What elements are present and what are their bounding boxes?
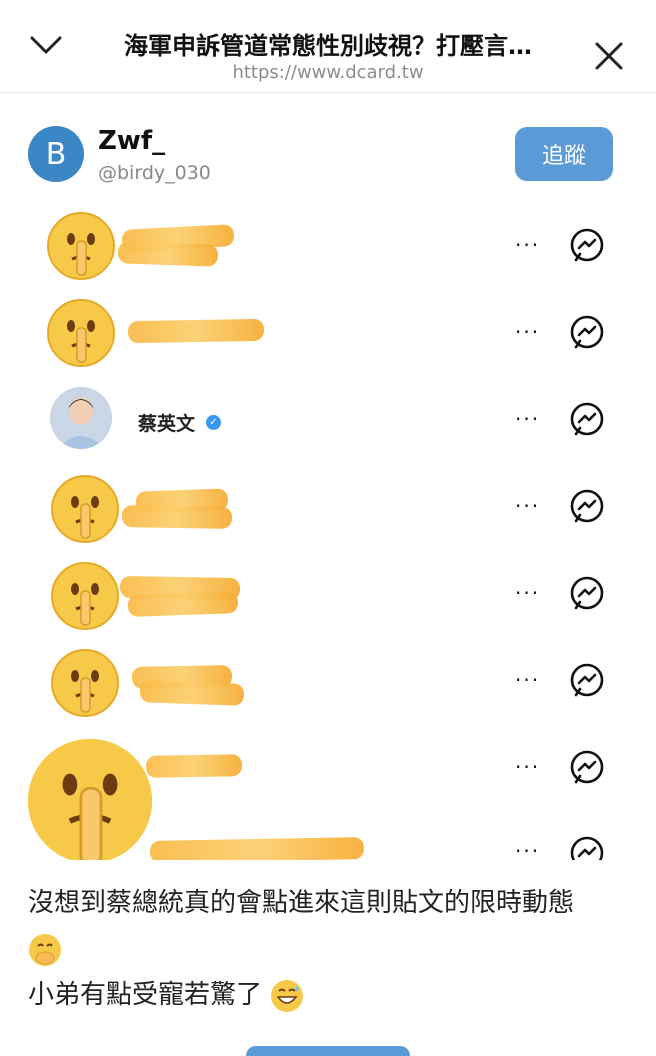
- chevron-down-icon[interactable]: [24, 22, 68, 66]
- messenger-icon[interactable]: [568, 227, 606, 265]
- profile-handle: @birdy_030: [98, 162, 211, 184]
- caption-line-1: 沒想到蔡總統真的會點進來這則貼文的限時動態: [28, 888, 575, 918]
- viewer-row[interactable]: ···: [0, 292, 656, 378]
- browser-header: 海軍申訴管道常態性別歧視？打壓言… https://www.dcard.tw: [0, 0, 656, 93]
- viewer-row[interactable]: ···: [0, 205, 656, 291]
- bottom-action-button[interactable]: [246, 1046, 410, 1056]
- verified-badge-icon: ✓: [206, 415, 221, 430]
- viewer-row[interactable]: 蔡英文 ✓ ···: [0, 379, 656, 465]
- messenger-icon[interactable]: [568, 575, 606, 613]
- viewer-row[interactable]: ··· ···: [0, 727, 656, 860]
- viewer-row[interactable]: ···: [0, 640, 656, 726]
- viewer-row[interactable]: ···: [0, 553, 656, 639]
- messenger-icon[interactable]: [568, 488, 606, 526]
- redacted-username: [127, 591, 239, 617]
- redacted-username: [149, 837, 365, 860]
- portrait-image: [50, 387, 112, 449]
- more-options-icon[interactable]: ···: [515, 233, 540, 257]
- caption-line-2: 小弟有點受寵若驚了: [28, 980, 263, 1010]
- caption-emoji-line: [28, 926, 638, 972]
- more-options-icon[interactable]: ···: [515, 320, 540, 344]
- shushing-face-emoji: [51, 562, 119, 630]
- profile-name[interactable]: Zwf_: [98, 126, 165, 156]
- redacted-username: [121, 505, 233, 529]
- messenger-icon[interactable]: [568, 401, 606, 439]
- messenger-icon[interactable]: [568, 662, 606, 700]
- close-icon[interactable]: [587, 36, 631, 80]
- more-options-icon[interactable]: ···: [515, 494, 540, 518]
- redacted-username: [139, 680, 245, 706]
- redacted-username: [117, 241, 219, 267]
- more-options-icon[interactable]: ···: [515, 407, 540, 431]
- shushing-face-emoji: [51, 475, 119, 543]
- caption-line-2-wrap: 小弟有點受寵若驚了: [28, 972, 638, 1018]
- viewer-name[interactable]: 蔡英文: [138, 409, 195, 436]
- follow-button[interactable]: 追蹤: [515, 127, 613, 181]
- messenger-icon[interactable]: [568, 749, 606, 787]
- shushing-face-emoji: [27, 738, 153, 860]
- page-url: https://www.dcard.tw: [232, 62, 424, 83]
- more-options-icon[interactable]: ···: [515, 581, 540, 605]
- messenger-icon[interactable]: [568, 835, 606, 860]
- shushing-face-emoji: [47, 299, 115, 367]
- messenger-icon[interactable]: [568, 314, 606, 352]
- face-with-hand-over-mouth-emoji: [29, 933, 61, 966]
- post-caption: 沒想到蔡總統真的會點進來這則貼文的限時動態 小弟有點受寵若驚了: [28, 880, 638, 1018]
- more-options-icon[interactable]: ···: [515, 839, 540, 860]
- more-options-icon[interactable]: ···: [515, 755, 540, 779]
- page-title: 海軍申訴管道常態性別歧視？打壓言…: [124, 32, 532, 60]
- shushing-face-emoji: [47, 212, 115, 280]
- redacted-username: [145, 754, 243, 778]
- more-options-icon[interactable]: ···: [515, 668, 540, 692]
- avatar[interactable]: B: [28, 126, 84, 182]
- grinning-sweat-emoji: [271, 979, 304, 1012]
- story-viewers-list: ··· ··· 蔡英文 ✓ ··· ··· ··· ··· ··· ···: [0, 205, 656, 860]
- redacted-username: [127, 318, 265, 344]
- viewer-avatar: [50, 387, 112, 449]
- shushing-face-emoji: [51, 649, 119, 717]
- viewer-row[interactable]: ···: [0, 466, 656, 552]
